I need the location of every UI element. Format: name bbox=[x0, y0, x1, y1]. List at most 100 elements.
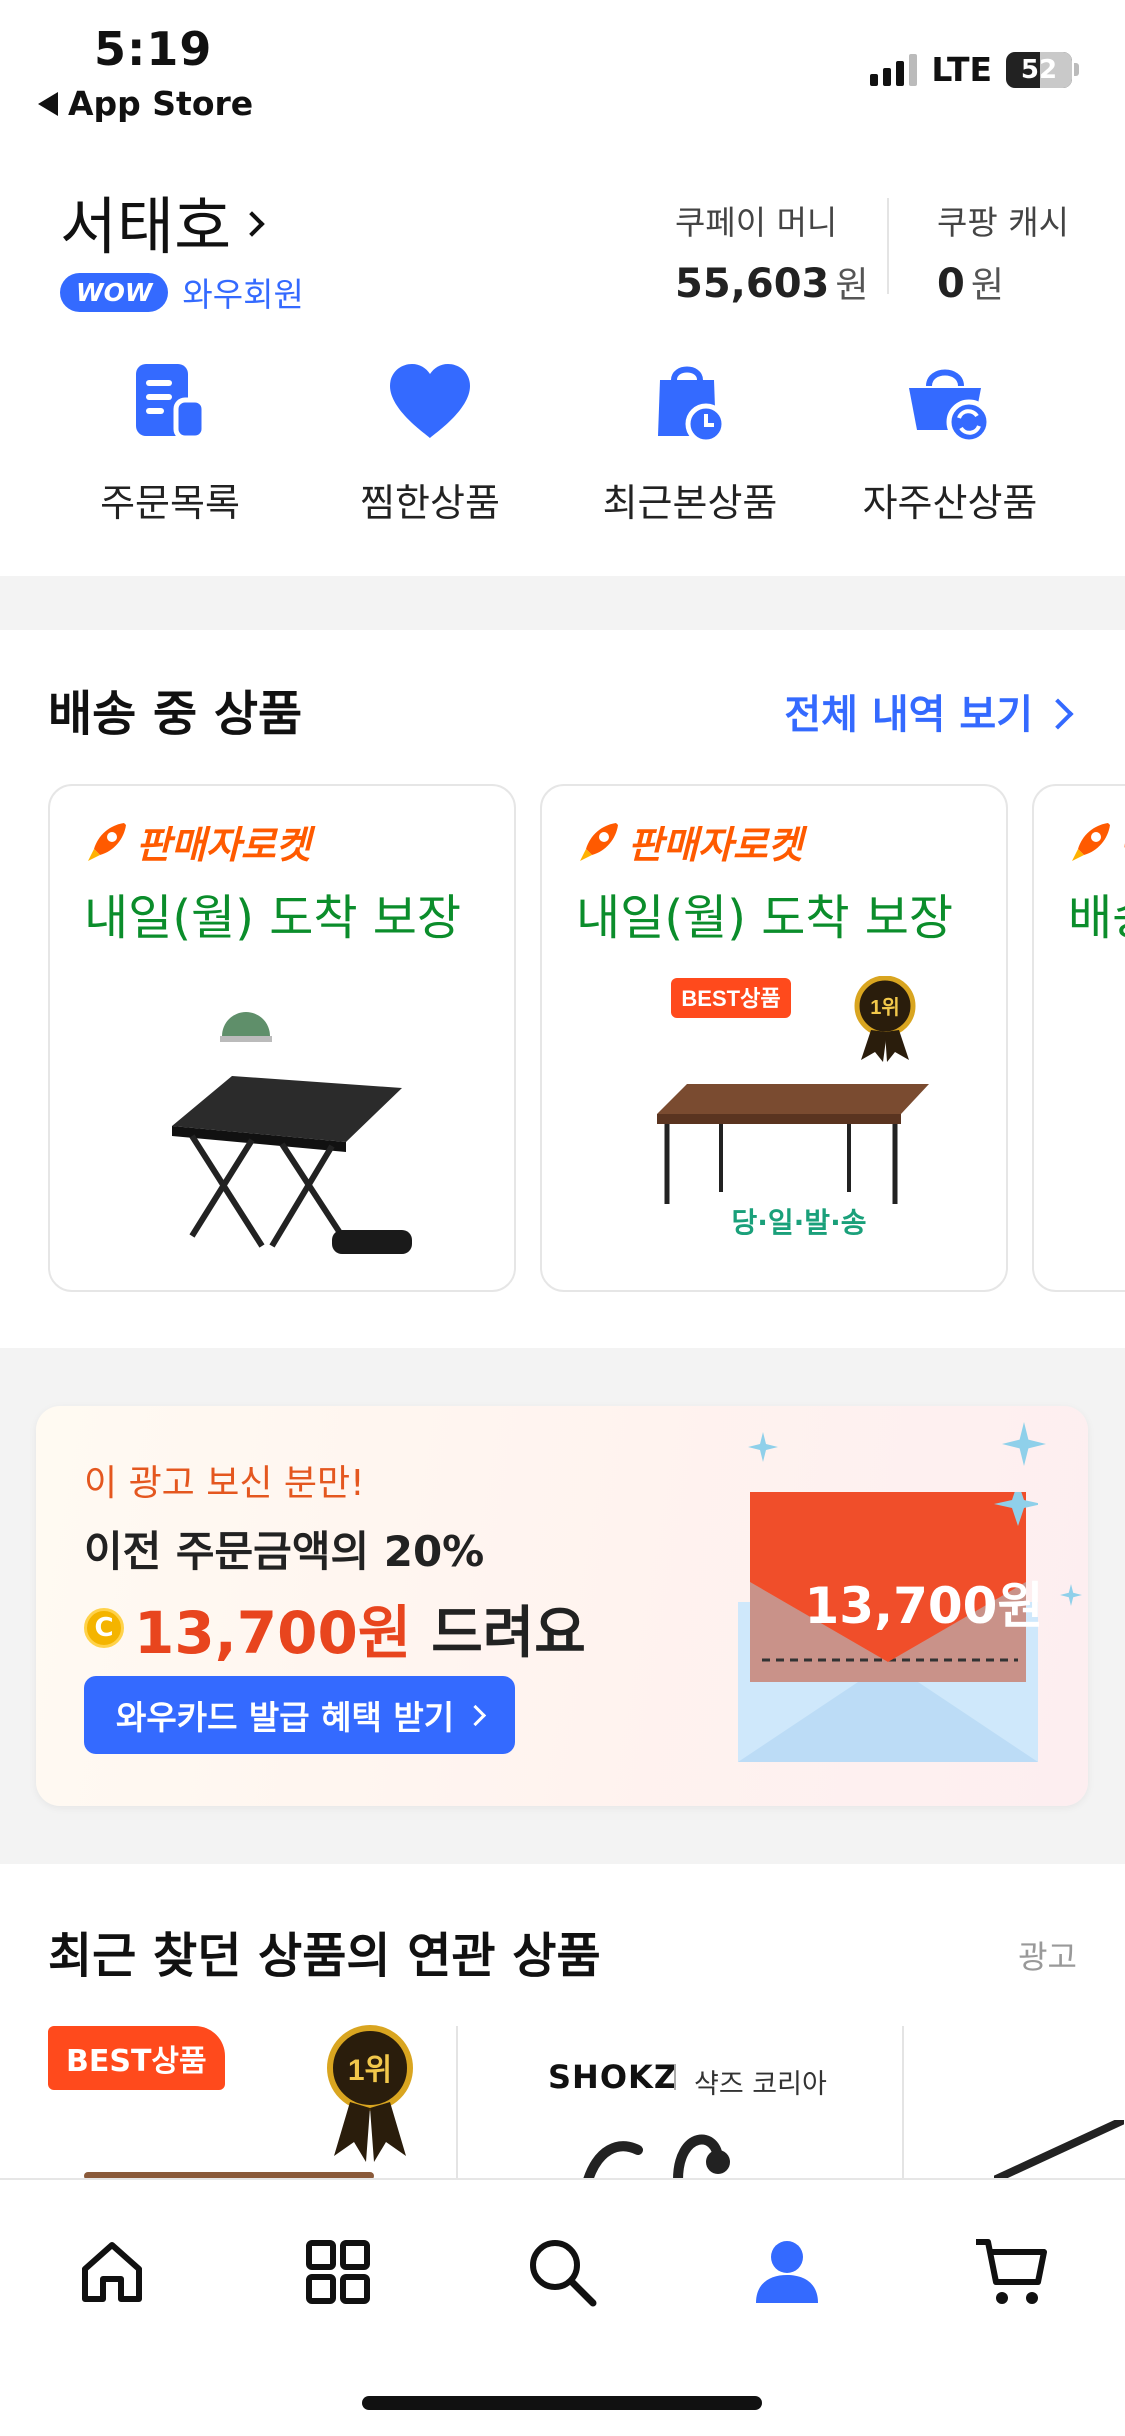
related-item[interactable] bbox=[904, 2020, 1125, 2180]
membership-row[interactable]: WOW 와우회원 bbox=[60, 268, 304, 316]
delivery-cards: 판매자로켓 내일(월) 도착 보장 판매자로켓 내일(월) 도착 보장 BEST… bbox=[48, 784, 1125, 1292]
profile-name-link[interactable]: 서태호 bbox=[60, 176, 265, 266]
divider bbox=[674, 2064, 676, 2090]
battery-icon: 52 bbox=[1006, 51, 1079, 88]
rank-medal-icon: 1위 bbox=[327, 2025, 413, 2162]
coupang-cash-unit: 원 bbox=[970, 265, 1004, 306]
my-account-icon bbox=[756, 2241, 818, 2303]
home-indicator bbox=[362, 2396, 762, 2410]
coupay-money-unit: 원 bbox=[835, 265, 869, 306]
back-triangle-icon bbox=[38, 91, 58, 116]
best-product-tag: BEST상품 bbox=[48, 2026, 225, 2090]
wow-card-ad-banner[interactable]: 이 광고 보신 분만! 이전 주문금액의 20% C 13,700원 드려요 와… bbox=[36, 1406, 1088, 1806]
product-image-long-table: BEST상품 1위 당·일·발·송 bbox=[609, 975, 939, 1266]
rocket-icon bbox=[88, 822, 126, 861]
divider bbox=[887, 198, 889, 294]
quick-wishlist[interactable]: 찜한상품 bbox=[300, 352, 560, 527]
rank-medal-text: 1위 bbox=[870, 996, 900, 1019]
section-divider bbox=[0, 576, 1125, 630]
sparkle-icon bbox=[1002, 1422, 1046, 1466]
delivery-card[interactable]: 판매자로켓 내일(월) 도착 보장 bbox=[48, 784, 516, 1292]
see-all-label: 전체 내역 보기 bbox=[784, 692, 1033, 738]
signal-icon bbox=[870, 53, 918, 86]
wow-badge: WOW bbox=[60, 272, 169, 312]
tab-search[interactable] bbox=[512, 2222, 612, 2322]
arrival-guarantee: 내일(월) 도착 보장 bbox=[576, 890, 954, 946]
delivery-card[interactable]: 판 배송 bbox=[1032, 784, 1125, 1292]
brand-name-ko: 샥즈 코리아 bbox=[694, 2069, 827, 2100]
profile-name: 서태호 bbox=[60, 190, 232, 263]
same-day-shipping-text: 당·일·발·송 bbox=[732, 1206, 867, 1239]
related-products: BEST상품 1위 SHOKZ 샥즈 코리아 bbox=[0, 2020, 1125, 2180]
network-type: LTE bbox=[931, 50, 992, 89]
quick-recent[interactable]: 최근본상품 bbox=[560, 352, 820, 527]
product-image-table bbox=[132, 976, 432, 1266]
membership-label: 와우회원 bbox=[182, 275, 304, 314]
ad-label: 광고 bbox=[1018, 1938, 1077, 1976]
headphones-image bbox=[583, 2134, 730, 2180]
coupang-cash-coin-icon: C bbox=[84, 1608, 124, 1648]
rank-medal-text: 1위 bbox=[348, 2054, 392, 2087]
search-icon bbox=[530, 2240, 597, 2307]
coupang-cash[interactable]: 쿠팡 캐시 0원 bbox=[937, 196, 1069, 308]
recent-bag-icon bbox=[640, 352, 740, 452]
see-all-link[interactable]: 전체 내역 보기 bbox=[784, 682, 1074, 740]
chevron-right-icon bbox=[239, 211, 265, 237]
sparkle-icon bbox=[748, 1432, 778, 1462]
quick-order-list[interactable]: 주문목록 bbox=[40, 352, 300, 527]
quick-label: 찜한상품 bbox=[360, 481, 500, 525]
coupang-cash-value: 0 bbox=[937, 261, 965, 307]
quick-menu: 주문목록 찜한상품 최근본상품 자주산상품 bbox=[0, 352, 1125, 527]
ad-headline: 이 광고 보신 분만! bbox=[84, 1463, 365, 1504]
ad-amount: 13,700원 bbox=[134, 1599, 412, 1667]
product-image-partial bbox=[994, 2120, 1124, 2180]
quick-reorder[interactable]: 자주산상품 bbox=[820, 352, 1080, 527]
status-bar: 5:19 App Store LTE 52 bbox=[0, 0, 1125, 130]
quick-label: 주문목록 bbox=[100, 481, 240, 525]
tab-category[interactable] bbox=[288, 2222, 388, 2322]
ad-subline: 이전 주문금액의 20% bbox=[84, 1527, 485, 1576]
arrival-guarantee: 배송 bbox=[1068, 890, 1125, 946]
home-icon bbox=[82, 2242, 142, 2302]
status-indicators: LTE 52 bbox=[870, 50, 1079, 89]
ad-button-label: 와우카드 발급 혜택 받기 bbox=[116, 1698, 455, 1737]
coupang-cash-label: 쿠팡 캐시 bbox=[937, 203, 1069, 242]
cart-icon bbox=[976, 2239, 1047, 2304]
coupay-money-value: 55,603 bbox=[675, 261, 830, 307]
quick-label: 최근본상품 bbox=[602, 481, 778, 525]
tab-home[interactable] bbox=[62, 2222, 162, 2322]
rocket-badge: 판매자로켓 bbox=[576, 814, 803, 869]
rocket-badge: 판매자로켓 bbox=[84, 814, 311, 869]
tab-cart[interactable] bbox=[962, 2222, 1062, 2322]
rocket-icon bbox=[580, 822, 618, 861]
rocket-badge-label: 판매자로켓 bbox=[136, 823, 311, 867]
tab-my-coupang[interactable] bbox=[737, 2222, 837, 2322]
order-list-icon bbox=[120, 352, 220, 452]
ad-amount-row: C 13,700원 드려요 bbox=[84, 1586, 586, 1670]
category-grid-icon bbox=[306, 2240, 370, 2304]
rocket-badge: 판 bbox=[1068, 814, 1125, 869]
back-to-app-store[interactable]: App Store bbox=[38, 84, 253, 123]
coupay-money[interactable]: 쿠페이 머니 55,603 원 bbox=[675, 196, 868, 308]
delivery-section-title: 배송 중 상품 bbox=[48, 686, 303, 742]
rocket-icon bbox=[1072, 822, 1110, 861]
quick-label: 자주산상품 bbox=[862, 481, 1038, 525]
best-tag-text: BEST상품 bbox=[681, 986, 780, 1011]
delivery-card[interactable]: 판매자로켓 내일(월) 도착 보장 BEST상품 1위 당·일·발·송 bbox=[540, 784, 1008, 1292]
sparkle-icon bbox=[1060, 1584, 1082, 1606]
envelope-amount: 13,700원 bbox=[804, 1577, 1044, 1635]
chevron-right-icon bbox=[1042, 698, 1074, 730]
heart-icon bbox=[380, 352, 480, 452]
related-item[interactable]: BEST상품 1위 bbox=[0, 2020, 456, 2180]
back-app-label: App Store bbox=[68, 84, 254, 123]
ad-amount-suffix: 드려요 bbox=[431, 1600, 586, 1666]
related-item[interactable]: SHOKZ 샥즈 코리아 bbox=[458, 2020, 902, 2180]
related-section-title: 최근 찾던 상품의 연관 상품 bbox=[48, 1928, 601, 1984]
battery-level: 52 bbox=[1020, 54, 1058, 85]
brand-logo-shokz: SHOKZ bbox=[548, 2058, 679, 2096]
wow-card-apply-button[interactable]: 와우카드 발급 혜택 받기 bbox=[84, 1676, 516, 1754]
rocket-badge-label: 판매자로켓 bbox=[628, 823, 803, 867]
reorder-basket-icon bbox=[900, 352, 1000, 452]
coupay-money-label: 쿠페이 머니 bbox=[675, 203, 838, 242]
chevron-right-icon bbox=[464, 1704, 487, 1726]
